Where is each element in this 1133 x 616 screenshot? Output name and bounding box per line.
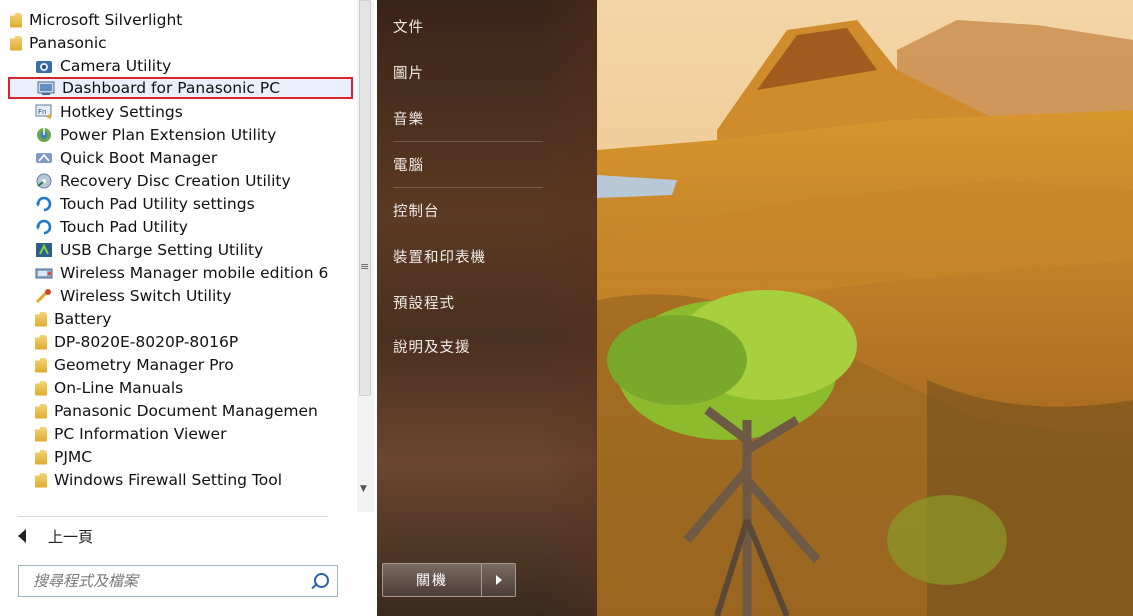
wireless-switch-icon [35, 288, 53, 304]
folder-icon [35, 472, 47, 488]
folder-icon [35, 426, 47, 442]
program-item[interactable]: Quick Boot Manager [35, 147, 355, 169]
program-label: Windows Firewall Setting Tool [54, 471, 283, 489]
program-item[interactable]: Recovery Disc Creation Utility [35, 170, 355, 192]
program-item[interactable]: Camera Utility [35, 55, 355, 77]
camera-icon [35, 58, 53, 74]
program-item[interactable]: Microsoft Silverlight [10, 9, 352, 31]
folder-icon [35, 380, 47, 396]
program-label: Touch Pad Utility [60, 218, 188, 236]
program-label: PJMC [54, 448, 93, 466]
program-label: PC Information Viewer [54, 425, 227, 443]
folder-icon [10, 35, 22, 51]
search-icon[interactable] [314, 573, 329, 588]
menu-item-documents[interactable]: 文件 [393, 16, 424, 37]
program-folder[interactable]: Panasonic [10, 32, 352, 54]
menu-item-devices-printers[interactable]: 裝置和印表機 [393, 246, 486, 267]
folder-icon [35, 334, 47, 350]
program-item[interactable]: Touch Pad Utility [35, 216, 355, 238]
program-label: DP-8020E-8020P-8016P [54, 333, 239, 351]
landscape-image [597, 0, 1133, 616]
scroll-grip-icon: ≡ [360, 260, 370, 273]
search-box[interactable] [18, 565, 338, 597]
quick-boot-icon [35, 150, 53, 166]
hotkey-icon: Fn [35, 104, 53, 120]
start-menu-programs-panel: Microsoft Silverlight Panasonic Camera U… [0, 0, 377, 616]
program-label: Recovery Disc Creation Utility [60, 172, 291, 190]
menu-item-help-support[interactable]: 說明及支援 [393, 336, 471, 357]
search-input[interactable] [31, 571, 305, 591]
program-label: Battery [54, 310, 112, 328]
desktop-wallpaper [597, 0, 1133, 616]
program-folder[interactable]: Windows Firewall Setting Tool [35, 469, 355, 491]
folder-icon [10, 12, 22, 28]
touchpad-icon [35, 219, 53, 235]
back-button[interactable]: 上一頁 [18, 524, 93, 548]
folder-icon [35, 357, 47, 373]
dashboard-icon [37, 80, 55, 96]
svg-text:Fn: Fn [38, 108, 46, 116]
shutdown-group: 關機 [382, 563, 516, 597]
folder-icon [35, 311, 47, 327]
folder-icon [35, 403, 47, 419]
program-label: Panasonic [29, 34, 107, 52]
wireless-manager-icon [35, 265, 53, 281]
menu-divider [393, 187, 543, 188]
all-programs-list: Microsoft Silverlight Panasonic Camera U… [0, 0, 356, 512]
program-item[interactable]: Touch Pad Utility settings [35, 193, 355, 215]
program-folder[interactable]: DP-8020E-8020P-8016P [35, 331, 355, 353]
programs-scrollbar[interactable]: ≡ ▼ [357, 0, 374, 512]
program-item-selected[interactable]: Dashboard for Panasonic PC [8, 77, 353, 99]
shutdown-button[interactable]: 關機 [382, 563, 482, 597]
program-folder[interactable]: Battery [35, 308, 355, 330]
back-arrow-icon [18, 529, 26, 543]
program-folder[interactable]: PC Information Viewer [35, 423, 355, 445]
shutdown-options-button[interactable] [482, 563, 516, 597]
program-item[interactable]: Fn Hotkey Settings [35, 101, 355, 123]
program-label: Hotkey Settings [60, 103, 183, 121]
program-label: Panasonic Document Managemen [54, 402, 318, 420]
menu-divider [393, 141, 543, 142]
menu-item-default-programs[interactable]: 預設程式 [393, 292, 455, 313]
program-label: Quick Boot Manager [60, 149, 218, 167]
program-label: On-Line Manuals [54, 379, 184, 397]
program-folder[interactable]: Geometry Manager Pro [35, 354, 355, 376]
scrollbar-thumb[interactable] [359, 0, 371, 396]
divider [18, 516, 328, 517]
program-label: Wireless Manager mobile edition 6 [60, 264, 329, 282]
program-label: Camera Utility [60, 57, 172, 75]
program-folder[interactable]: PJMC [35, 446, 355, 468]
program-label: Dashboard for Panasonic PC [62, 79, 281, 97]
program-label: Power Plan Extension Utility [60, 126, 277, 144]
program-item[interactable]: Wireless Manager mobile edition 6 [35, 262, 355, 284]
power-plan-icon [35, 127, 53, 143]
program-label: Touch Pad Utility settings [60, 195, 255, 213]
program-label: USB Charge Setting Utility [60, 241, 264, 259]
menu-item-music[interactable]: 音樂 [393, 108, 424, 129]
touchpad-icon [35, 196, 53, 212]
program-label: Wireless Switch Utility [60, 287, 232, 305]
usb-charge-icon [35, 242, 53, 258]
program-item[interactable]: Power Plan Extension Utility [35, 124, 355, 146]
menu-item-pictures[interactable]: 圖片 [393, 62, 424, 83]
menu-item-control-panel[interactable]: 控制台 [393, 200, 440, 221]
program-folder[interactable]: Panasonic Document Managemen [35, 400, 355, 422]
program-folder[interactable]: On-Line Manuals [35, 377, 355, 399]
scroll-down-arrow-icon[interactable]: ▼ [360, 484, 367, 494]
chevron-right-icon [495, 575, 502, 585]
program-item[interactable]: USB Charge Setting Utility [35, 239, 355, 261]
folder-icon [35, 449, 47, 465]
program-label: Geometry Manager Pro [54, 356, 234, 374]
program-label: Microsoft Silverlight [29, 11, 183, 29]
recovery-disc-icon [35, 173, 53, 189]
program-item[interactable]: Wireless Switch Utility [35, 285, 355, 307]
start-menu-right-panel: 文件 圖片 音樂 電腦 控制台 裝置和印表機 預設程式 說明及支援 關機 [377, 0, 597, 616]
menu-item-computer[interactable]: 電腦 [393, 154, 424, 175]
back-label: 上一頁 [48, 527, 94, 546]
